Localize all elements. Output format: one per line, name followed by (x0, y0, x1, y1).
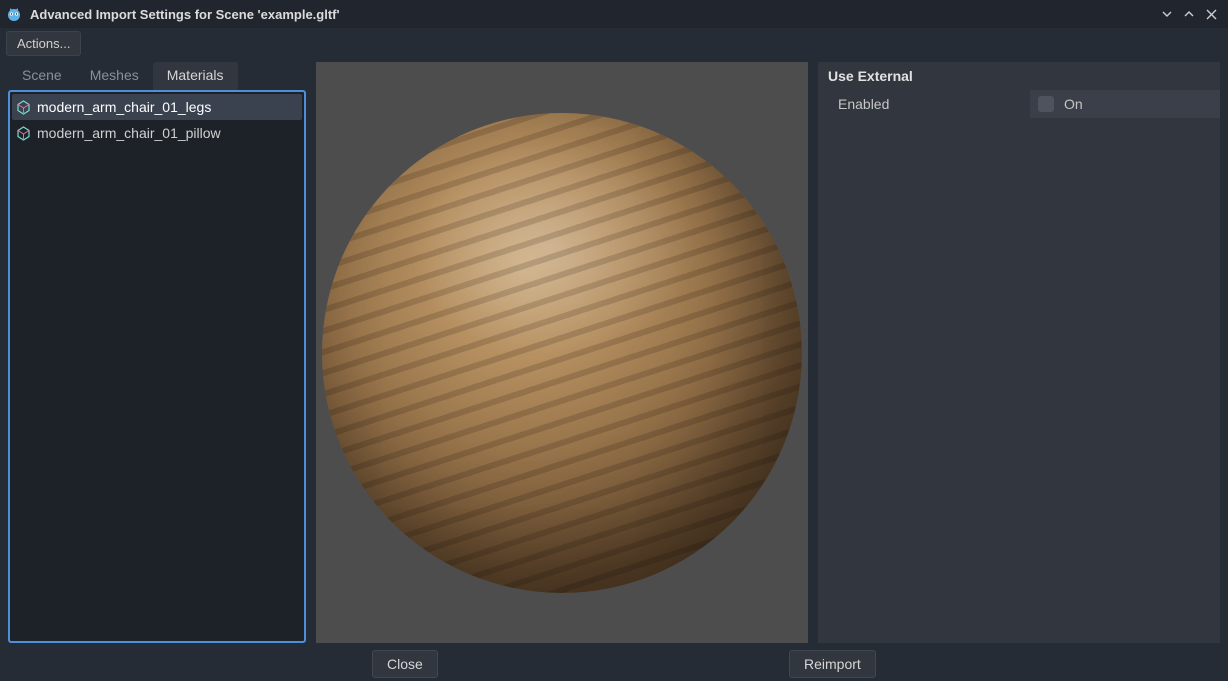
inspector-panel: Use External Enabled On (818, 62, 1220, 643)
material-preview-sphere (322, 113, 802, 593)
property-label: Enabled (838, 96, 1030, 112)
window-title: Advanced Import Settings for Scene 'exam… (30, 7, 1156, 22)
tab-scene[interactable]: Scene (8, 62, 76, 90)
actions-dropdown[interactable]: Actions... (6, 31, 81, 56)
material-item[interactable]: modern_arm_chair_01_pillow (12, 120, 302, 146)
minimize-button[interactable] (1156, 3, 1178, 25)
tab-label: Meshes (90, 67, 139, 83)
tab-label: Materials (167, 67, 224, 83)
app-icon (6, 6, 22, 22)
reimport-button[interactable]: Reimport (789, 650, 876, 678)
property-value: On (1030, 90, 1220, 118)
section-use-external: Use External (818, 62, 1220, 90)
close-window-button[interactable] (1200, 3, 1222, 25)
tabs: Scene Meshes Materials (8, 62, 306, 90)
tab-meshes[interactable]: Meshes (76, 62, 153, 90)
property-row-enabled: Enabled On (818, 90, 1220, 118)
maximize-button[interactable] (1178, 3, 1200, 25)
material-item[interactable]: modern_arm_chair_01_legs (12, 94, 302, 120)
footer: Close Reimport (0, 647, 1228, 681)
titlebar: Advanced Import Settings for Scene 'exam… (0, 0, 1228, 28)
material-name: modern_arm_chair_01_legs (37, 99, 211, 115)
main-area: Scene Meshes Materials modern_arm_chair_… (0, 59, 1228, 647)
enabled-checkbox[interactable] (1038, 96, 1054, 112)
left-panel: Scene Meshes Materials modern_arm_chair_… (8, 62, 306, 643)
close-button[interactable]: Close (372, 650, 438, 678)
tab-materials[interactable]: Materials (153, 62, 238, 90)
material-icon (16, 100, 31, 115)
toolbar: Actions... (0, 28, 1228, 59)
tab-label: Scene (22, 67, 62, 83)
preview-viewport[interactable] (316, 62, 808, 643)
material-tree[interactable]: modern_arm_chair_01_legs modern_arm_chai… (8, 90, 306, 643)
enabled-value-text: On (1064, 96, 1083, 112)
material-icon (16, 126, 31, 141)
material-name: modern_arm_chair_01_pillow (37, 125, 221, 141)
